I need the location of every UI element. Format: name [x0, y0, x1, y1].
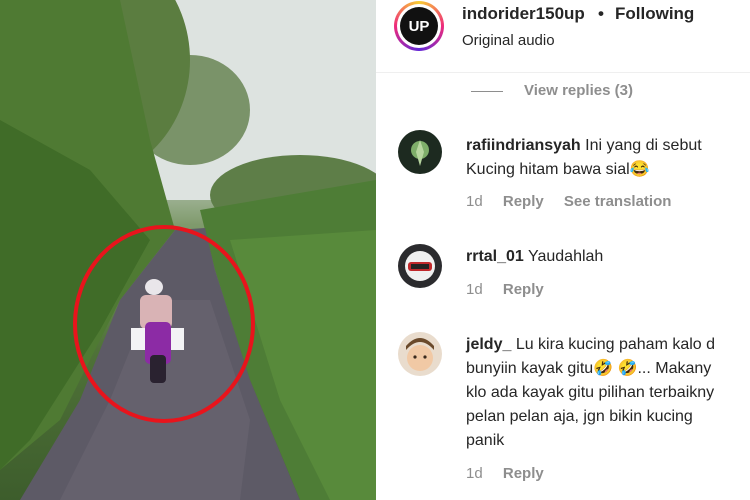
- comment-time[interactable]: 1d: [466, 193, 483, 210]
- avatar[interactable]: [398, 244, 442, 288]
- comment-body-line: Ini yang di sebut: [585, 137, 702, 154]
- comment-time[interactable]: 1d: [466, 465, 483, 482]
- comment-body-line: pelan pelan aja, jgn bikin kucing: [466, 408, 693, 425]
- comment-meta: 1d Reply: [466, 281, 560, 298]
- video-frame: [0, 0, 376, 500]
- comment-body-line: Kucing hitam bawa sial😂: [466, 161, 650, 178]
- comment-username[interactable]: rafiindriansyah: [466, 137, 581, 154]
- video-player[interactable]: [0, 0, 376, 500]
- reply-button[interactable]: Reply: [503, 193, 544, 210]
- post-header: UP indorider150up • Following Original a…: [376, 0, 750, 73]
- avatar[interactable]: [398, 332, 442, 376]
- see-translation-button[interactable]: See translation: [564, 193, 672, 210]
- comment-meta: 1d Reply: [466, 465, 560, 482]
- comment-text: rrtal_01 Yaudahlah: [466, 245, 603, 269]
- comment-time[interactable]: 1d: [466, 281, 483, 298]
- separator-dot: •: [598, 4, 604, 23]
- comment-text: rafiindriansyah Ini yang di sebut Kucing…: [466, 134, 702, 182]
- comments-panel: UP indorider150up • Following Original a…: [376, 0, 750, 500]
- comment-username[interactable]: jeldy_: [466, 336, 511, 353]
- avatar-image: [398, 244, 442, 288]
- comment-username[interactable]: rrtal_01: [466, 248, 524, 265]
- comment-body-line: Yaudahlah: [527, 248, 604, 265]
- reply-button[interactable]: Reply: [503, 465, 544, 482]
- comment-body-line: klo ada kayak gitu pilihan terbaikny: [466, 384, 715, 401]
- comment-body-line: bunyiin kayak gitu🤣 🤣... Makany: [466, 360, 712, 377]
- comment-meta: 1d Reply See translation: [466, 193, 687, 210]
- comment-body-line: Lu kira kucing paham kalo d: [515, 336, 716, 353]
- replies-divider: [471, 91, 503, 92]
- profile-avatar[interactable]: UP: [394, 1, 444, 51]
- avatar-ring: UP: [397, 4, 441, 48]
- comment-body-line: panik: [466, 432, 505, 449]
- view-replies-label: View replies (3): [524, 82, 633, 99]
- reply-button[interactable]: Reply: [503, 281, 544, 298]
- avatar-image: [398, 332, 442, 376]
- avatar-image: [398, 130, 442, 174]
- brand-logo: UP: [400, 7, 438, 45]
- avatar[interactable]: [398, 130, 442, 174]
- post-username[interactable]: indorider150up: [462, 4, 585, 24]
- audio-label[interactable]: Original audio: [462, 32, 555, 49]
- comment-text: jeldy_ Lu kira kucing paham kalo d bunyi…: [466, 333, 715, 453]
- following-button[interactable]: Following: [615, 4, 694, 24]
